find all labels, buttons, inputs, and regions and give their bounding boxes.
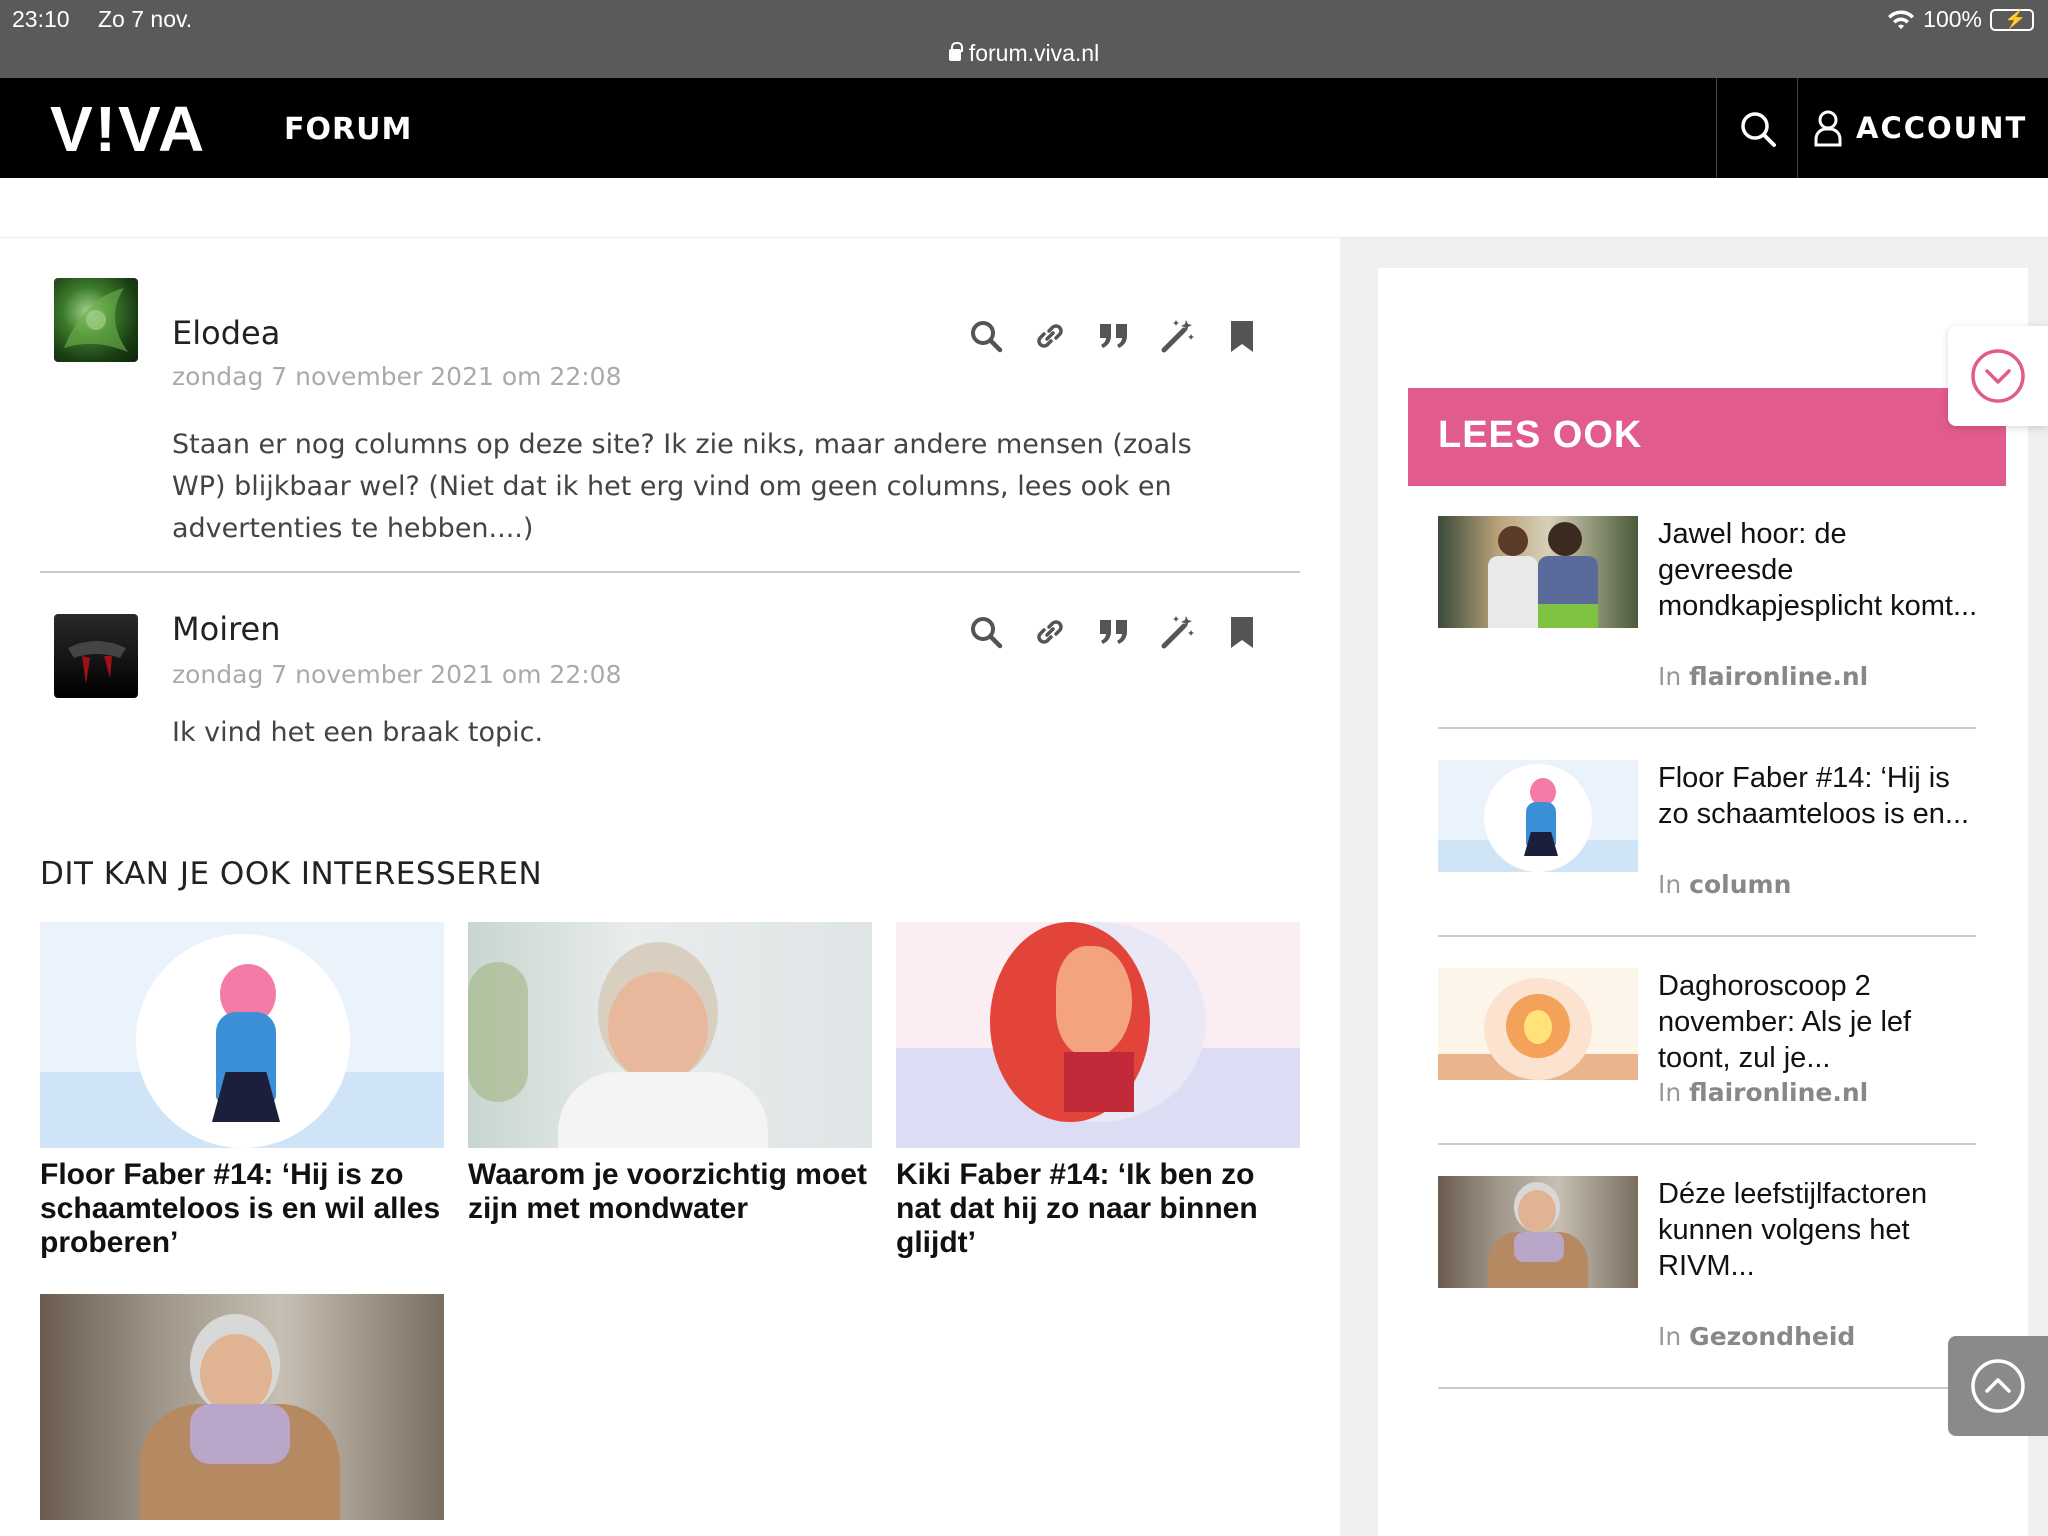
quote-icon[interactable] (1096, 614, 1132, 650)
post-author[interactable]: Moiren (172, 610, 281, 648)
status-time: 23:10 (12, 6, 70, 32)
related-source-link[interactable]: flaironline.nl (1689, 662, 1868, 691)
related-source: In column (1658, 870, 1791, 899)
article-image (468, 922, 872, 1148)
related-divider (1438, 935, 1976, 937)
avatar-pattern (68, 641, 126, 684)
related-article[interactable]: Floor Faber #14: ‘Hij is zo schaamteloos… (1438, 760, 1976, 910)
post-tools (968, 614, 1260, 650)
related-title: Jawel hoor: de gevreesde mondkapjesplich… (1658, 518, 1978, 622)
article-title: Floor Faber #14: ‘Hij is zo schaamteloos… (40, 1158, 441, 1259)
related-thumbnail (1438, 968, 1638, 1080)
interest-section-title: DIT KAN JE OOK INTERESSEREN (40, 856, 543, 892)
scroll-to-top-button[interactable] (1948, 1336, 2048, 1436)
link-icon[interactable] (1032, 614, 1068, 650)
bookmark-icon[interactable] (1224, 614, 1260, 650)
article-card[interactable] (40, 1294, 444, 1530)
related-source-prefix: In (1658, 870, 1682, 899)
post-text: Ik vind het een braak topic. (172, 717, 544, 748)
related-article[interactable]: Déze leefstijlfactoren kunnen volgens he… (1438, 1176, 1976, 1366)
chevron-down-circle-icon (1971, 349, 2025, 403)
related-source-prefix: In (1658, 1322, 1682, 1351)
lock-icon (948, 42, 963, 61)
related-title: Déze leefstijlfactoren kunnen volgens he… (1658, 1178, 1928, 1282)
search-icon (1741, 112, 1776, 147)
magic-wand-icon[interactable] (1160, 614, 1196, 650)
article-card[interactable]: Waarom je voorzichtig moet zijn met mond… (468, 922, 872, 1226)
url-text: forum.viva.nl (968, 40, 1100, 66)
related-source: In flaironline.nl (1658, 662, 1868, 691)
related-thumbnail (1438, 1176, 1638, 1288)
post-date: zondag 7 november 2021 om 22:08 (172, 660, 622, 689)
article-image (896, 922, 1300, 1148)
magic-wand-icon[interactable] (1160, 318, 1196, 354)
account-button[interactable]: ACCOUNT (1798, 78, 2048, 178)
search-icon[interactable] (968, 318, 1004, 354)
article-title: Kiki Faber #14: ‘Ik ben zo nat dat hij z… (896, 1158, 1258, 1259)
post-divider (40, 571, 1300, 573)
quote-icon[interactable] (1096, 318, 1132, 354)
avatar[interactable] (54, 614, 138, 698)
article-card[interactable]: Floor Faber #14: ‘Hij is zo schaamteloos… (40, 922, 444, 1260)
scroll-down-button[interactable] (1948, 326, 2048, 426)
related-article[interactable]: Daghoroscoop 2 november: Als je lef toon… (1438, 968, 1976, 1118)
user-icon (1814, 110, 1842, 147)
related-title: Floor Faber #14: ‘Hij is zo schaamteloos… (1658, 762, 1970, 830)
battery-percent: 100% (1923, 6, 1982, 32)
forum-post: Elodea zondag 7 november 2021 om 22:08 S… (40, 278, 1300, 578)
status-date: Zo 7 nov. (98, 6, 193, 32)
header-search-button[interactable] (1716, 78, 1798, 178)
status-right: 100% ⚡ (1887, 6, 2034, 33)
battery-icon: ⚡ (1990, 8, 2034, 31)
chevron-up-circle-icon (1971, 1359, 2025, 1413)
related-divider (1438, 1143, 1976, 1145)
related-source-link[interactable]: column (1689, 870, 1791, 899)
post-tools (968, 318, 1260, 354)
post-date: zondag 7 november 2021 om 22:08 (172, 362, 622, 391)
lees-ook-header: LEES OOK (1408, 388, 2006, 486)
related-source-link[interactable]: flaironline.nl (1689, 1078, 1868, 1107)
related-source: In Gezondheid (1658, 1322, 1855, 1351)
article-image (40, 1294, 444, 1520)
sub-navigation-bar (0, 178, 2048, 238)
site-header: V!VA FORUM ACCOUNT (0, 78, 2048, 178)
avatar-pattern (64, 288, 128, 352)
related-divider (1438, 1387, 1976, 1389)
related-source: In flaironline.nl (1658, 1078, 1868, 1107)
article-image (40, 922, 444, 1148)
related-thumbnail (1438, 760, 1638, 872)
main-content: Elodea zondag 7 november 2021 om 22:08 S… (0, 238, 1340, 1536)
forum-post: Moiren zondag 7 november 2021 om 22:08 I… (40, 610, 1300, 814)
bookmark-icon[interactable] (1224, 318, 1260, 354)
post-author[interactable]: Elodea (172, 314, 280, 352)
avatar[interactable] (54, 278, 138, 362)
account-label: ACCOUNT (1856, 111, 2028, 145)
related-source-prefix: In (1658, 662, 1682, 691)
related-source-prefix: In (1658, 1078, 1682, 1107)
related-source-link[interactable]: Gezondheid (1689, 1322, 1855, 1351)
related-thumbnail (1438, 516, 1638, 628)
link-icon[interactable] (1032, 318, 1068, 354)
nav-forum-link[interactable]: FORUM (284, 112, 412, 147)
related-article[interactable]: Jawel hoor: de gevreesde mondkapjesplich… (1438, 516, 1978, 696)
post-text: Staan er nog columns op deze site? Ik zi… (172, 429, 1192, 544)
wifi-icon (1888, 9, 1915, 29)
related-title: Daghoroscoop 2 november: Als je lef toon… (1658, 970, 1912, 1074)
article-card[interactable]: Kiki Faber #14: ‘Ik ben zo nat dat hij z… (896, 922, 1300, 1260)
search-icon[interactable] (968, 614, 1004, 650)
viva-logo[interactable]: V!VA (50, 92, 206, 166)
status-bar: 23:10 Zo 7 nov. 100% ⚡ forum.viva.nl (0, 0, 2048, 78)
url-bar[interactable]: forum.viva.nl (0, 40, 2048, 67)
article-title: Waarom je voorzichtig moet zijn met mond… (468, 1158, 867, 1225)
related-divider (1438, 727, 1976, 729)
